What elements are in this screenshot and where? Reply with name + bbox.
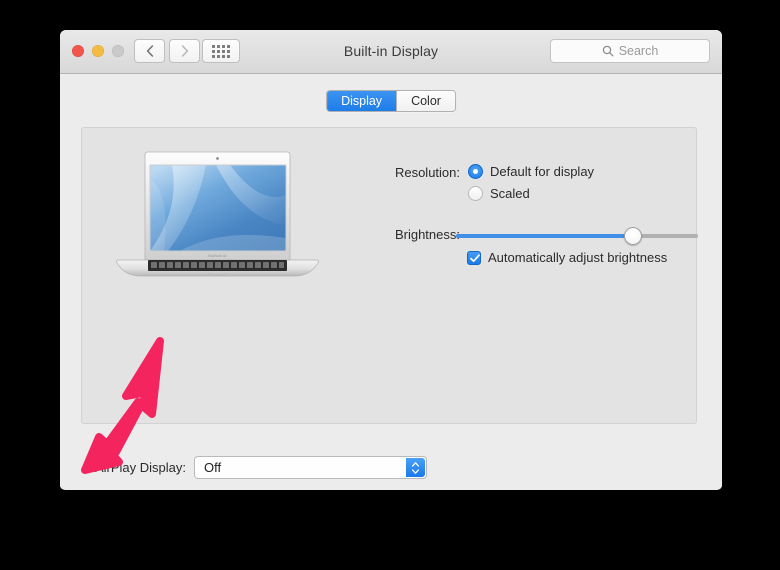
- auto-brightness-checkbox[interactable]: [467, 250, 481, 265]
- resolution-option-scaled[interactable]: Scaled: [468, 186, 530, 201]
- search-icon: [602, 45, 614, 57]
- stepper-arrows-icon[interactable]: [406, 458, 425, 477]
- auto-brightness-row[interactable]: Automatically adjust brightness: [467, 250, 667, 265]
- resolution-option-default-label: Default for display: [490, 164, 595, 179]
- search-placeholder: Search: [618, 44, 659, 58]
- macbook-air-illustration: MacBook Air: [116, 151, 319, 277]
- brightness-label: Brightness:: [394, 227, 460, 242]
- radio-default-for-display-icon[interactable]: [468, 164, 483, 179]
- slider-knob[interactable]: [623, 227, 642, 245]
- resolution-option-scaled-label: Scaled: [490, 186, 530, 201]
- slider-fill: [456, 234, 633, 238]
- airplay-display-dropdown[interactable]: Off: [194, 456, 427, 479]
- window-body: Display Color MacBook Air Resolution: De…: [60, 74, 722, 489]
- airplay-display-label: AirPlay Display:: [94, 460, 186, 475]
- checkmark-icon: [470, 254, 480, 263]
- resolution-option-default[interactable]: Default for display: [468, 164, 594, 179]
- search-field[interactable]: Search: [550, 39, 710, 63]
- brightness-slider[interactable]: [456, 227, 698, 245]
- airplay-display-value: Off: [204, 460, 222, 475]
- screenshot-root: Built-in Display Search Display Color Ma…: [0, 0, 780, 570]
- system-preferences-window: Built-in Display Search Display Color Ma…: [60, 30, 722, 490]
- window-titlebar: Built-in Display Search: [60, 30, 722, 74]
- tab-display[interactable]: Display: [327, 91, 398, 111]
- resolution-label: Resolution:: [394, 165, 460, 180]
- svg-text:MacBook Air: MacBook Air: [208, 254, 228, 258]
- auto-brightness-label: Automatically adjust brightness: [488, 250, 668, 265]
- display-tabs: Display Color: [326, 90, 456, 112]
- tab-color[interactable]: Color: [397, 91, 455, 111]
- chevron-down-icon: [412, 468, 419, 474]
- airplay-display-row: AirPlay Display: Off: [81, 456, 697, 480]
- chevron-up-icon: [412, 461, 419, 467]
- display-settings-panel: MacBook Air Resolution: Default for disp…: [81, 127, 698, 424]
- radio-scaled-icon[interactable]: [468, 186, 483, 201]
